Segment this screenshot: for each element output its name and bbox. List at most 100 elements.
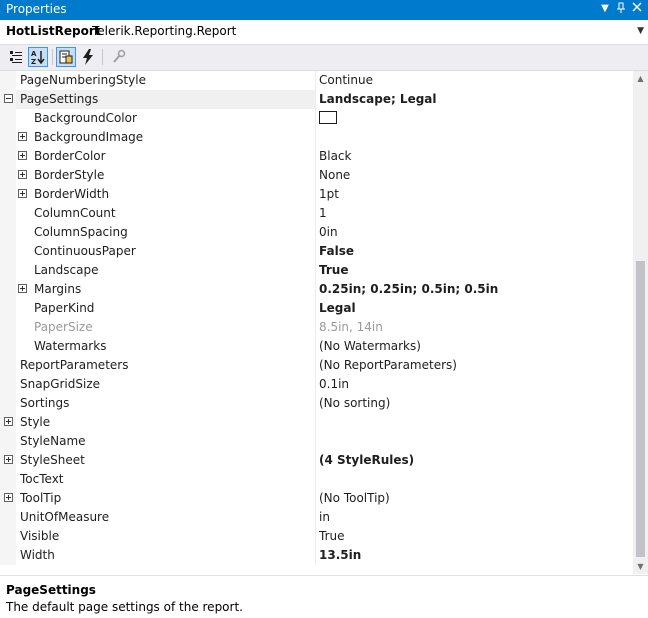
property-value-cell[interactable]: (4 StyleRules) bbox=[316, 451, 633, 470]
property-value-cell[interactable]: in bbox=[316, 508, 633, 527]
property-row[interactable]: BorderWidth 1pt bbox=[0, 185, 633, 204]
property-grid[interactable]: PageNumberingStyle Continue PageSettings La… bbox=[0, 71, 633, 574]
property-value-cell[interactable]: None bbox=[316, 166, 633, 185]
scrollbar-thumb[interactable] bbox=[636, 261, 645, 557]
categorized-button[interactable] bbox=[6, 47, 26, 67]
property-name-cell[interactable]: ReportParameters bbox=[0, 356, 315, 375]
expand-icon[interactable] bbox=[18, 132, 27, 141]
property-row[interactable]: TocText bbox=[0, 470, 633, 489]
property-name-cell[interactable]: TocText bbox=[0, 470, 315, 489]
property-value-cell[interactable] bbox=[316, 128, 633, 147]
expand-icon[interactable] bbox=[4, 455, 13, 464]
property-value-cell[interactable]: (No ToolTip) bbox=[316, 489, 633, 508]
property-name-cell[interactable]: BackgroundImage bbox=[0, 128, 315, 147]
property-value-cell[interactable]: 0.25in; 0.25in; 0.5in; 0.5in bbox=[316, 280, 633, 299]
property-row[interactable]: ReportParameters (No ReportParameters) bbox=[0, 356, 633, 375]
property-value-cell[interactable]: Landscape; Legal bbox=[316, 90, 633, 109]
property-name-cell[interactable]: PaperSize bbox=[0, 318, 315, 337]
property-row[interactable]: Visible True bbox=[0, 527, 633, 546]
property-row[interactable]: PageNumberingStyle Continue bbox=[0, 71, 633, 90]
property-row[interactable]: ColumnSpacing 0in bbox=[0, 223, 633, 242]
property-value-cell[interactable]: 1 bbox=[316, 204, 633, 223]
property-row[interactable]: StyleName bbox=[0, 432, 633, 451]
object-selector[interactable]: HotListReport Telerik.Reporting.Report ▼ bbox=[0, 20, 648, 45]
property-name-cell[interactable]: BorderColor bbox=[0, 147, 315, 166]
property-value-cell[interactable]: 0.1in bbox=[316, 375, 633, 394]
property-row[interactable]: ToolTip (No ToolTip) bbox=[0, 489, 633, 508]
property-name-cell[interactable]: UnitOfMeasure bbox=[0, 508, 315, 527]
property-name-cell[interactable]: Style bbox=[0, 413, 315, 432]
property-name-cell[interactable]: Width bbox=[0, 546, 315, 565]
property-value-cell[interactable]: 1pt bbox=[316, 185, 633, 204]
property-value-cell[interactable]: True bbox=[316, 261, 633, 280]
scroll-down-icon[interactable]: ▼ bbox=[633, 559, 648, 574]
property-pages-button[interactable] bbox=[108, 47, 128, 67]
property-row[interactable]: Width 13.5in bbox=[0, 546, 633, 565]
property-row[interactable]: PaperSize 8.5in, 14in bbox=[0, 318, 633, 337]
property-row[interactable]: BackgroundColor bbox=[0, 109, 633, 128]
property-value-cell[interactable] bbox=[316, 432, 633, 451]
property-value-cell[interactable]: Legal bbox=[316, 299, 633, 318]
property-value-cell[interactable]: 8.5in, 14in bbox=[316, 318, 633, 337]
pin-icon[interactable] bbox=[614, 2, 628, 16]
alphabetical-button[interactable]: A Z bbox=[28, 47, 48, 67]
property-name-cell[interactable]: BorderStyle bbox=[0, 166, 315, 185]
property-row[interactable]: SnapGridSize 0.1in bbox=[0, 375, 633, 394]
property-value-cell[interactable]: True bbox=[316, 527, 633, 546]
property-row[interactable]: Landscape True bbox=[0, 261, 633, 280]
property-name-cell[interactable]: BorderWidth bbox=[0, 185, 315, 204]
property-name-cell[interactable]: StyleName bbox=[0, 432, 315, 451]
property-value-cell[interactable]: 13.5in bbox=[316, 546, 633, 565]
property-value-cell[interactable]: (No Watermarks) bbox=[316, 337, 633, 356]
property-name-cell[interactable]: PaperKind bbox=[0, 299, 315, 318]
property-name-cell[interactable]: BackgroundColor bbox=[0, 109, 315, 128]
property-value-cell[interactable]: Continue bbox=[316, 71, 633, 90]
property-name-cell[interactable]: SnapGridSize bbox=[0, 375, 315, 394]
property-row[interactable]: PaperKind Legal bbox=[0, 299, 633, 318]
property-name-cell[interactable]: ToolTip bbox=[0, 489, 315, 508]
expand-icon[interactable] bbox=[4, 493, 13, 502]
close-icon[interactable] bbox=[630, 2, 644, 16]
property-value-cell[interactable] bbox=[316, 109, 633, 128]
expand-icon[interactable] bbox=[18, 151, 27, 160]
property-row[interactable]: UnitOfMeasure in bbox=[0, 508, 633, 527]
dropdown-arrow-icon[interactable]: ▼ bbox=[598, 2, 612, 16]
property-name-cell[interactable]: Margins bbox=[0, 280, 315, 299]
chevron-down-icon[interactable]: ▼ bbox=[637, 26, 644, 36]
property-row[interactable]: BorderColor Black bbox=[0, 147, 633, 166]
property-row[interactable]: BackgroundImage bbox=[0, 128, 633, 147]
property-name-cell[interactable]: PageNumberingStyle bbox=[0, 71, 315, 90]
property-value-cell[interactable]: Black bbox=[316, 147, 633, 166]
expand-icon[interactable] bbox=[18, 284, 27, 293]
property-name-cell[interactable]: Landscape bbox=[0, 261, 315, 280]
property-name-cell[interactable]: ColumnSpacing bbox=[0, 223, 315, 242]
property-name-cell[interactable]: ContinuousPaper bbox=[0, 242, 315, 261]
property-row[interactable]: BorderStyle None bbox=[0, 166, 633, 185]
events-button[interactable] bbox=[78, 47, 98, 67]
property-value-cell[interactable]: (No sorting) bbox=[316, 394, 633, 413]
property-row[interactable]: Sortings (No sorting) bbox=[0, 394, 633, 413]
property-row[interactable]: Watermarks (No Watermarks) bbox=[0, 337, 633, 356]
property-name-cell[interactable]: PageSettings bbox=[0, 90, 315, 109]
vertical-scrollbar[interactable]: ▲ ▼ bbox=[633, 71, 648, 574]
property-value-cell[interactable]: 0in bbox=[316, 223, 633, 242]
property-name-cell[interactable]: Sortings bbox=[0, 394, 315, 413]
scroll-up-icon[interactable]: ▲ bbox=[633, 71, 648, 86]
property-value-cell[interactable] bbox=[316, 470, 633, 489]
expand-icon[interactable] bbox=[4, 417, 13, 426]
property-value-cell[interactable]: (No ReportParameters) bbox=[316, 356, 633, 375]
property-name-cell[interactable]: StyleSheet bbox=[0, 451, 315, 470]
properties-button[interactable] bbox=[56, 47, 76, 67]
property-value-cell[interactable]: False bbox=[316, 242, 633, 261]
property-value-cell[interactable] bbox=[316, 413, 633, 432]
property-row[interactable]: ContinuousPaper False bbox=[0, 242, 633, 261]
expand-icon[interactable] bbox=[18, 170, 27, 179]
expand-icon[interactable] bbox=[18, 189, 27, 198]
property-row[interactable]: ColumnCount 1 bbox=[0, 204, 633, 223]
property-name-cell[interactable]: Visible bbox=[0, 527, 315, 546]
property-row[interactable]: StyleSheet (4 StyleRules) bbox=[0, 451, 633, 470]
property-name-cell[interactable]: ColumnCount bbox=[0, 204, 315, 223]
color-swatch[interactable] bbox=[319, 111, 337, 124]
collapse-icon[interactable] bbox=[4, 94, 13, 103]
property-row[interactable]: PageSettings Landscape; Legal bbox=[0, 90, 633, 109]
